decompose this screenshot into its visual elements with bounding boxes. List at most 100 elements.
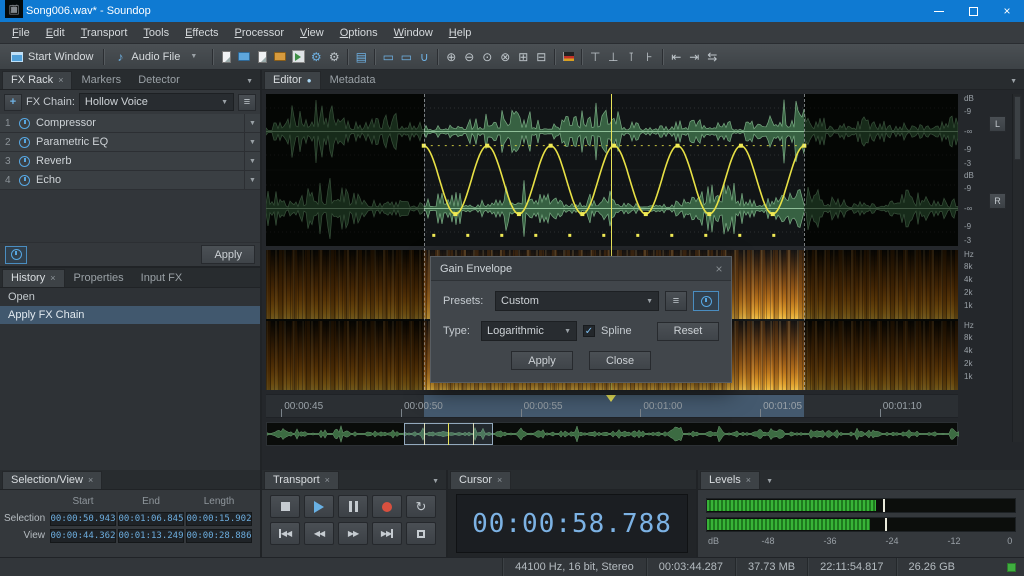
fast-forward-button[interactable]: ▶▶ — [338, 522, 368, 545]
menu-edit[interactable]: Edit — [38, 23, 73, 43]
new-project-button[interactable] — [253, 48, 271, 66]
tab-transport[interactable]: Transport × — [264, 471, 339, 489]
tab-history[interactable]: History × — [2, 269, 65, 287]
power-icon[interactable] — [19, 118, 30, 129]
tab-properties[interactable]: Properties — [66, 270, 132, 287]
go-to-start-button[interactable]: ◀◀ — [270, 522, 300, 545]
fx-row-compressor[interactable]: 1 Compressor ▼ — [0, 114, 260, 133]
new-file-button[interactable] — [217, 48, 235, 66]
zoom-full-button[interactable]: ⊗ — [496, 48, 514, 66]
zoom-out-button[interactable]: ⊖ — [460, 48, 478, 66]
audio-file-button[interactable]: ♪ Audio File ▼ — [108, 46, 208, 68]
add-effect-button[interactable]: + — [4, 94, 22, 111]
dialog-close-icon[interactable]: × — [709, 259, 729, 279]
apply-button[interactable]: Apply — [511, 351, 573, 370]
close-dialog-button[interactable]: Close — [589, 351, 651, 370]
fx-options-icon[interactable]: ▼ — [244, 152, 260, 170]
presets-select[interactable]: Custom ▼ — [495, 291, 659, 311]
tab-editor[interactable]: Editor ● — [264, 71, 321, 89]
device-settings-button[interactable]: ⚙ — [325, 48, 343, 66]
panel-menu-icon[interactable]: ▼ — [1005, 74, 1022, 89]
select-all-button[interactable]: ▭ — [397, 48, 415, 66]
tab-fx-rack[interactable]: FX Rack × — [2, 71, 72, 89]
record-button[interactable] — [372, 495, 402, 518]
language-button[interactable] — [559, 48, 577, 66]
panel-menu-icon[interactable]: ▼ — [761, 474, 778, 489]
swap-channels-button[interactable]: ⇆ — [703, 48, 721, 66]
close-tab-icon[interactable]: × — [58, 75, 63, 85]
select-time-button[interactable]: ▭ — [379, 48, 397, 66]
marker-add-button[interactable]: ⊤ — [586, 48, 604, 66]
fx-options-icon[interactable]: ▼ — [244, 114, 260, 132]
selection-end-field[interactable]: 00:01:06.845 — [118, 512, 184, 526]
close-tab-icon[interactable]: × — [746, 475, 751, 485]
fx-row-reverb[interactable]: 3 Reverb ▼ — [0, 152, 260, 171]
scrollbar-handle[interactable] — [1014, 96, 1021, 160]
fx-row-parametric-eq[interactable]: 2 Parametric EQ ▼ — [0, 133, 260, 152]
open-file-button[interactable] — [235, 48, 253, 66]
maximize-button[interactable] — [956, 0, 990, 22]
selection-length-field[interactable]: 00:00:15.902 — [186, 512, 252, 526]
stop-secondary-button[interactable] — [406, 522, 436, 545]
type-select[interactable]: Logarithmic ▼ — [481, 321, 577, 341]
history-item-open[interactable]: Open — [0, 288, 260, 306]
settings-button[interactable]: ⚙ — [307, 48, 325, 66]
tab-detector[interactable]: Detector — [130, 72, 188, 89]
menu-view[interactable]: View — [292, 23, 332, 43]
trim-left-button[interactable]: ⇤ — [667, 48, 685, 66]
play-button[interactable] — [304, 495, 334, 518]
tab-levels[interactable]: Levels × — [700, 471, 760, 489]
zoom-selection-button[interactable]: ⊙ — [478, 48, 496, 66]
vertical-zoom-scrollbar[interactable] — [1012, 94, 1022, 442]
marker-prev-button[interactable]: ⊥ — [604, 48, 622, 66]
tab-input-fx[interactable]: Input FX — [133, 270, 191, 287]
power-icon[interactable] — [19, 137, 30, 148]
fx-rack-power-button[interactable] — [5, 246, 27, 264]
minimize-button[interactable] — [922, 0, 956, 22]
menu-processor[interactable]: Processor — [227, 23, 293, 43]
tab-cursor[interactable]: Cursor × — [450, 471, 511, 489]
power-icon[interactable] — [19, 175, 30, 186]
marker-next-button[interactable]: ⊺ — [622, 48, 640, 66]
waveform-channel-right[interactable] — [266, 171, 958, 246]
close-tab-icon[interactable]: × — [88, 475, 93, 485]
menu-help[interactable]: Help — [441, 23, 480, 43]
history-item-apply-fx-chain[interactable]: Apply FX Chain — [0, 306, 260, 324]
zoom-vertical-out-button[interactable]: ⊟ — [532, 48, 550, 66]
open-project-button[interactable] — [271, 48, 289, 66]
fx-row-echo[interactable]: 4 Echo ▼ — [0, 171, 260, 190]
waveform-display[interactable] — [266, 94, 958, 246]
panel-menu-icon[interactable]: ▼ — [241, 74, 258, 89]
view-start-field[interactable]: 00:00:44.362 — [50, 529, 116, 543]
timeline-ruler[interactable]: 00:00:45 00:00:50 00:00:55 00:01:00 00:0… — [266, 394, 958, 418]
envelope-power-button[interactable] — [693, 291, 719, 311]
close-button[interactable]: × — [990, 0, 1024, 22]
go-to-end-button[interactable]: ▶▶ — [372, 522, 402, 545]
rewind-button[interactable]: ◀◀ — [304, 522, 334, 545]
zoom-in-button[interactable]: ⊕ — [442, 48, 460, 66]
trim-right-button[interactable]: ⇥ — [685, 48, 703, 66]
menu-options[interactable]: Options — [332, 23, 386, 43]
start-window-button[interactable]: Start Window — [5, 49, 99, 65]
close-tab-icon[interactable]: × — [50, 273, 55, 283]
fx-options-icon[interactable]: ▼ — [244, 171, 260, 189]
waveform-channel-left[interactable] — [266, 94, 958, 169]
fx-chain-menu-button[interactable]: ≡ — [238, 94, 256, 111]
power-icon[interactable] — [19, 156, 30, 167]
tab-metadata[interactable]: Metadata — [322, 72, 384, 89]
channel-right-button[interactable]: R — [989, 193, 1006, 209]
tab-markers[interactable]: Markers — [73, 72, 129, 89]
close-tab-icon[interactable]: × — [325, 475, 330, 485]
pause-button[interactable] — [338, 495, 368, 518]
view-length-field[interactable]: 00:00:28.886 — [186, 529, 252, 543]
presets-menu-button[interactable]: ≡ — [665, 291, 687, 311]
dialog-titlebar[interactable]: Gain Envelope × — [431, 257, 731, 281]
zoom-vertical-in-button[interactable]: ⊞ — [514, 48, 532, 66]
channel-left-button[interactable]: L — [989, 116, 1006, 132]
timeline-cursor-marker[interactable] — [606, 395, 616, 402]
fx-options-icon[interactable]: ▼ — [244, 133, 260, 151]
panel-menu-icon[interactable]: ▼ — [427, 474, 444, 489]
view-end-field[interactable]: 00:01:13.249 — [118, 529, 184, 543]
play-file-button[interactable] — [289, 48, 307, 66]
spline-checkbox[interactable]: ✓ — [583, 325, 595, 337]
